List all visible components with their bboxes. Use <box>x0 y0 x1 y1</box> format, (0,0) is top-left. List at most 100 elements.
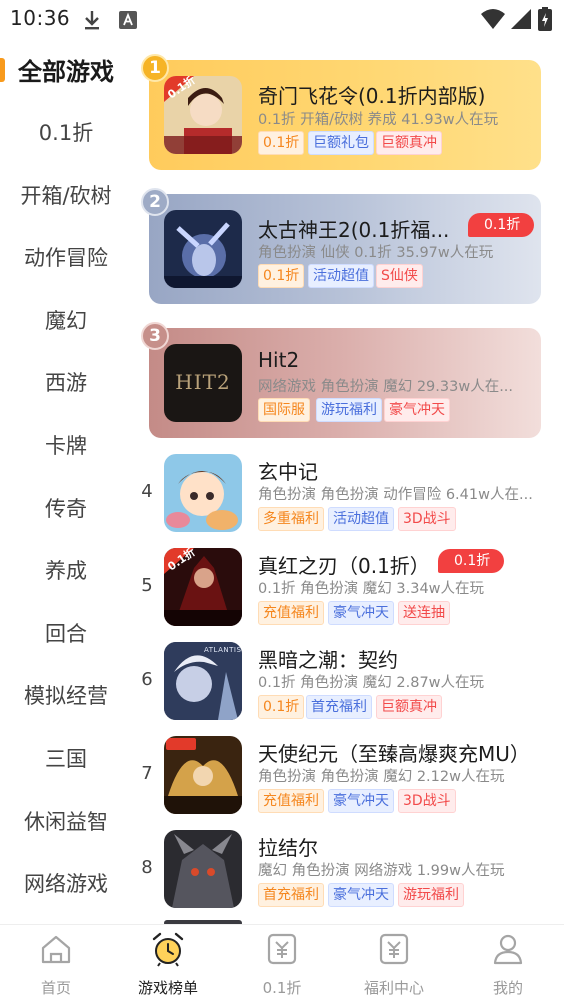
sidebar-item-nurture[interactable]: 养成 <box>0 543 132 597</box>
game-title[interactable]: 真红之刃（0.1折） <box>258 550 436 579</box>
sidebar-item-turn-based[interactable]: 回合 <box>0 606 132 660</box>
rank-badge: 3 <box>141 322 169 350</box>
game-thumbnail[interactable] <box>164 454 242 532</box>
sidebar-item-legend[interactable]: 传奇 <box>0 481 132 535</box>
game-thumbnail[interactable]: ATLANTIS <box>164 642 242 720</box>
sidebar-item-label: 开箱/砍树 <box>20 184 112 208</box>
game-tag: 豪气冲天 <box>328 883 394 907</box>
thumb-logo-text: ATLANTIS <box>204 646 242 654</box>
rank-number: 8 <box>141 857 153 878</box>
rank-number: 6 <box>141 669 153 690</box>
game-meta: 0.1折 角色扮演 魔幻 3.34w人在玩 <box>258 581 485 597</box>
game-meta: 0.1折 开箱/砍树 养成 41.93w人在玩 <box>258 112 499 128</box>
sidebar-item-label: 模拟经营 <box>24 684 108 708</box>
sidebar-item-action[interactable]: 动作冒险 <box>0 230 132 284</box>
sidebar-item-label: 养成 <box>45 559 87 583</box>
game-tag: 0.1折 <box>258 131 305 155</box>
sidebar-item-label: 西游 <box>45 371 87 395</box>
active-indicator <box>0 58 5 82</box>
sidebar-item-unbox[interactable]: 开箱/砍树 <box>0 168 132 222</box>
sidebar-item-label: 回合 <box>45 622 87 646</box>
nav-label: 0.1折 <box>262 979 302 997</box>
game-meta: 角色扮演 角色扮演 魔幻 2.12w人在玩 <box>258 769 505 785</box>
game-tag: 0.1折 <box>258 264 305 288</box>
bottom-navigation: 首页 游戏榜单 0.1折 福利中心 我的 <box>0 924 564 1004</box>
sidebar-item-label: 三国 <box>45 747 87 771</box>
game-tag: 豪气冲天 <box>384 398 450 422</box>
rank-badge: 1 <box>141 54 169 82</box>
yuan-doc-icon <box>264 931 300 967</box>
game-tag: 送连抽 <box>398 601 450 625</box>
nav-welfare-center[interactable]: 福利中心 <box>338 925 450 1004</box>
game-title[interactable]: 太古神王2(0.1折福... <box>258 214 458 243</box>
person-icon <box>490 931 526 967</box>
game-tag: 3D战斗 <box>398 507 456 531</box>
game-ranking-list: 1 0.1折 奇门飞花令(0.1折内部版) 0.1折 开箱/砍树 养成 41.9… <box>132 40 564 924</box>
rank-number: 7 <box>141 763 153 784</box>
game-thumbnail[interactable] <box>164 736 242 814</box>
status-bar: 10:36 <box>0 0 564 40</box>
text-a-icon <box>118 9 138 35</box>
sidebar-item-fantasy[interactable]: 魔幻 <box>0 293 132 347</box>
nav-home[interactable]: 首页 <box>0 925 112 1004</box>
game-tag: 巨额真冲 <box>376 131 442 155</box>
rank-badge: 2 <box>141 188 169 216</box>
game-thumbnail[interactable]: HIT2 <box>164 344 242 422</box>
game-tag: S仙侠 <box>376 264 423 288</box>
sidebar-item-three-kingdoms[interactable]: 三国 <box>0 731 132 785</box>
game-title[interactable]: 天使纪元（至臻高爆爽充MU） <box>258 738 548 767</box>
game-tag: 巨额真冲 <box>376 695 442 719</box>
game-tag: 游玩福利 <box>398 883 464 907</box>
game-thumbnail[interactable]: 0.1折 <box>164 76 242 154</box>
sidebar-item-label: 传奇 <box>45 497 87 521</box>
game-title[interactable]: 拉结尔 <box>258 832 548 861</box>
sidebar-item-online[interactable]: 网络游戏 <box>0 856 132 910</box>
game-tag: 首充福利 <box>306 695 372 719</box>
rank-number: 5 <box>141 575 153 596</box>
game-title[interactable]: 玄中记 <box>258 456 548 485</box>
sidebar-item-label: 休闲益智 <box>24 810 108 834</box>
nav-label: 我的 <box>492 979 523 997</box>
game-title[interactable]: 奇门飞花令(0.1折内部版) <box>258 80 548 109</box>
game-meta: 网络游戏 角色扮演 魔幻 29.33w人在... <box>258 379 514 395</box>
sidebar-item-discount[interactable]: 0.1折 <box>0 105 132 159</box>
game-title[interactable]: 黑暗之潮：契约 <box>258 644 548 673</box>
nav-discount[interactable]: 0.1折 <box>226 925 338 1004</box>
game-tag: 活动超值 <box>328 507 394 531</box>
sidebar-item-all-games[interactable]: 全部游戏 <box>0 42 132 96</box>
thumb-logo-text: HIT2 <box>175 370 231 394</box>
rank-number: 4 <box>141 481 153 502</box>
nav-label: 游戏榜单 <box>137 979 198 997</box>
sidebar-item-casual[interactable]: 休闲益智 <box>0 794 132 848</box>
game-tag: 充值福利 <box>258 789 324 813</box>
sidebar-item-label: 动作冒险 <box>24 246 108 270</box>
game-tag: 豪气冲天 <box>328 601 394 625</box>
sidebar-item-label: 0.1折 <box>38 121 94 145</box>
game-meta: 0.1折 角色扮演 魔幻 2.87w人在玩 <box>258 675 485 691</box>
game-tag: 巨额礼包 <box>308 131 374 155</box>
signal-icon <box>510 8 532 34</box>
app-root: 10:36 全部游戏 0.1折 开箱/砍树 动作冒险 魔幻 西游 卡牌 传奇 养… <box>0 0 564 1004</box>
sidebar-item-label: 网络游戏 <box>24 872 108 896</box>
sidebar-item-label: 魔幻 <box>45 309 87 333</box>
game-thumbnail[interactable] <box>164 210 242 288</box>
game-thumbnail[interactable]: 0.1折 <box>164 548 242 626</box>
game-tag: 3D战斗 <box>398 789 456 813</box>
sidebar-item-journey-west[interactable]: 西游 <box>0 355 132 409</box>
game-title[interactable]: Hit2 <box>258 348 548 372</box>
sidebar-item-card[interactable]: 卡牌 <box>0 418 132 472</box>
alarm-clock-icon <box>150 931 186 967</box>
nav-profile[interactable]: 我的 <box>452 925 564 1004</box>
game-tag: 首充福利 <box>258 883 324 907</box>
game-meta: 角色扮演 仙侠 0.1折 35.97w人在玩 <box>258 245 494 261</box>
home-icon <box>38 931 74 967</box>
game-tag: 多重福利 <box>258 507 324 531</box>
sidebar-item-simulation[interactable]: 模拟经营 <box>0 668 132 722</box>
category-sidebar: 全部游戏 0.1折 开箱/砍树 动作冒险 魔幻 西游 卡牌 传奇 养成 回合 模… <box>0 40 132 924</box>
game-tag: 豪气冲天 <box>328 789 394 813</box>
game-meta: 魔幻 角色扮演 网络游戏 1.99w人在玩 <box>258 863 505 879</box>
game-thumbnail[interactable] <box>164 830 242 908</box>
nav-label: 首页 <box>40 979 71 997</box>
nav-game-ranking[interactable]: 游戏榜单 <box>112 925 224 1004</box>
status-time: 10:36 <box>10 6 71 30</box>
